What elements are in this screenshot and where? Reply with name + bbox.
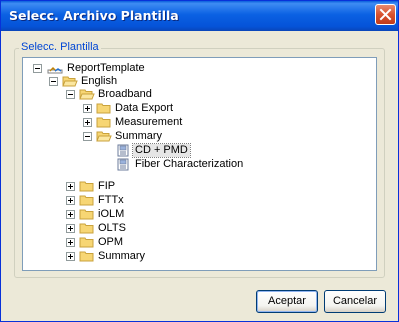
tree-item-label: ReportTemplate [67, 62, 145, 74]
tree-item-label: iOLM [98, 208, 125, 220]
collapse-icon[interactable] [33, 64, 42, 73]
collapse-icon[interactable] [49, 77, 58, 86]
collapse-icon[interactable] [66, 90, 75, 99]
folder-icon [79, 223, 94, 234]
tree-item-label: OPM [98, 236, 124, 248]
close-icon [379, 8, 392, 21]
dialog-window: Selecc. Archivo Plantilla Selecc. Planti… [0, 0, 399, 322]
tree-item-label: OLTS [98, 222, 126, 234]
expand-icon[interactable] [66, 252, 75, 261]
collapse-icon[interactable] [83, 132, 92, 141]
window-title: Selecc. Archivo Plantilla [9, 8, 179, 23]
template-file-icon [117, 144, 129, 157]
tree-item-label: Broadband [98, 88, 152, 100]
expand-icon[interactable] [66, 196, 75, 205]
template-file-icon [117, 158, 129, 171]
folder-icon [96, 103, 111, 114]
tree-item-label: FTTx [98, 194, 124, 206]
folder-icon [96, 117, 111, 128]
tree-item-label: CD + PMD [132, 143, 191, 158]
expand-icon[interactable] [83, 118, 92, 127]
tree-item-label: Fiber Characterization [135, 158, 244, 170]
folder-icon [79, 251, 94, 262]
tree-item-label: Summary [115, 130, 163, 142]
folder-open-icon [62, 76, 78, 87]
folder-icon [79, 195, 94, 206]
folder-open-icon [79, 89, 95, 100]
tree-item-label: English [81, 75, 118, 87]
template-tree[interactable]: ReportTemplate English Broadband Data Ex… [22, 57, 377, 271]
expand-icon[interactable] [66, 224, 75, 233]
report-root-icon [47, 67, 63, 74]
expand-icon[interactable] [66, 210, 75, 219]
folder-icon [79, 237, 94, 248]
folder-icon [79, 209, 94, 220]
expand-icon[interactable] [83, 104, 92, 113]
group-label: Selecc. Plantilla [19, 41, 101, 53]
tree-item-label: Measurement [115, 116, 183, 128]
folder-icon [79, 181, 94, 192]
folder-open-icon [96, 131, 112, 142]
expand-icon[interactable] [66, 238, 75, 247]
ok-button[interactable]: Aceptar [256, 290, 318, 313]
title-bar[interactable]: Selecc. Archivo Plantilla [1, 1, 398, 31]
close-button[interactable] [375, 4, 396, 25]
cancel-button[interactable]: Cancelar [324, 290, 386, 313]
tree-item-label: Data Export [115, 102, 174, 114]
tree-item-label: Summary [98, 250, 146, 262]
expand-icon[interactable] [66, 182, 75, 191]
tree-item-label: FIP [98, 180, 116, 192]
